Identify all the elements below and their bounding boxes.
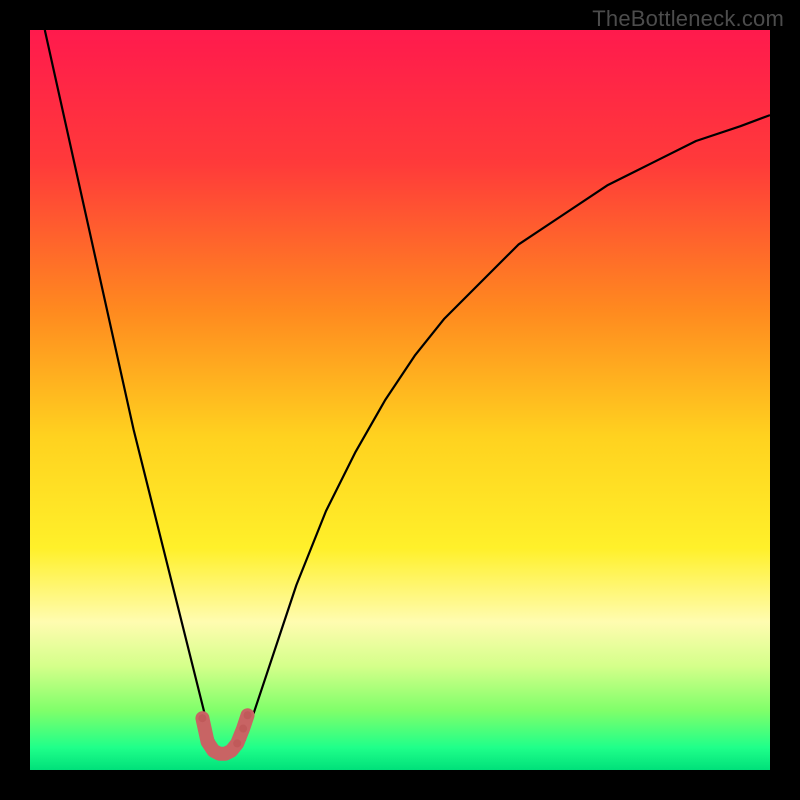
marker-dot	[244, 711, 252, 719]
marker-dot	[198, 714, 206, 722]
marker-dot	[233, 739, 241, 747]
marker-dot	[239, 725, 247, 733]
gradient-background	[30, 30, 770, 770]
plot-area	[30, 30, 770, 770]
bottleneck-chart	[30, 30, 770, 770]
chart-frame: TheBottleneck.com	[0, 0, 800, 800]
watermark-text: TheBottleneck.com	[592, 6, 784, 32]
